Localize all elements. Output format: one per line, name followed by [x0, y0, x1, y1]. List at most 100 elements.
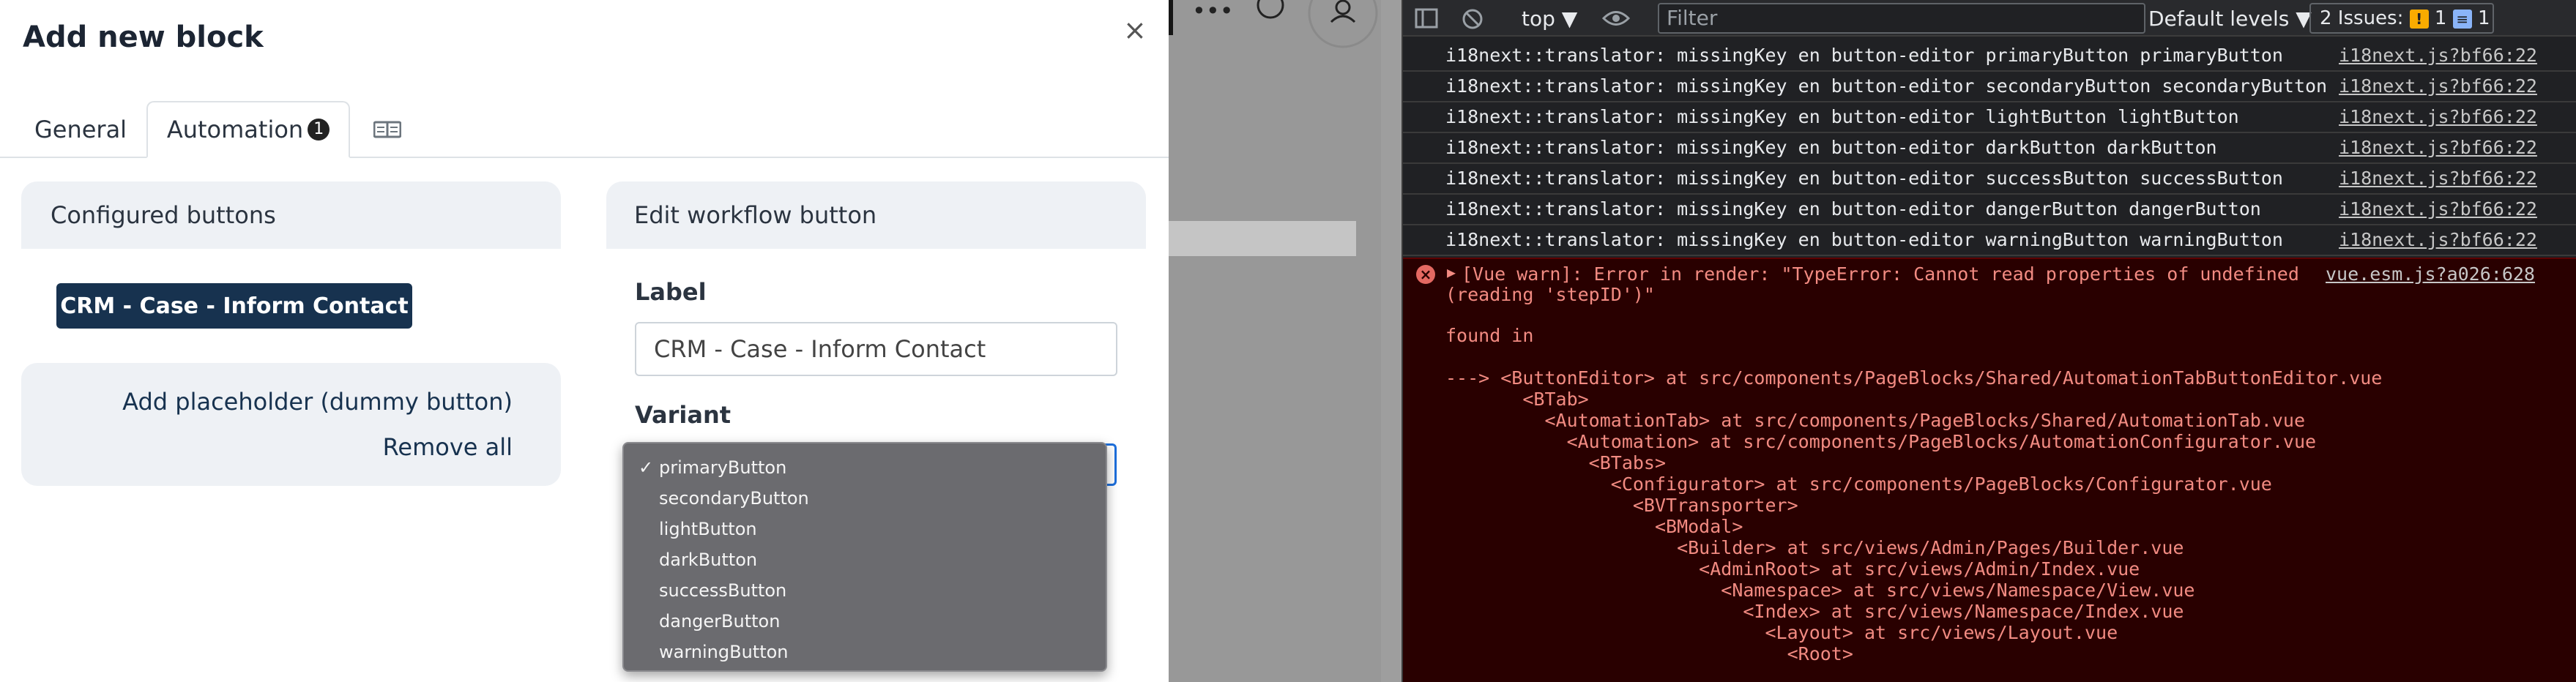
trace-line: <Root>	[1445, 643, 1853, 664]
trace-line: <BTabs>	[1445, 452, 1667, 473]
more-icon[interactable]: •••	[1192, 0, 1234, 25]
log-message: i18next::translator: missingKey en butto…	[1445, 106, 2239, 127]
variant-option[interactable]: secondaryButton	[624, 483, 1106, 514]
edit-workflow-header: Edit workflow button	[606, 181, 1146, 249]
remove-all-button[interactable]: Remove all	[383, 433, 513, 461]
variant-option-label: successButton	[659, 580, 787, 601]
variant-option[interactable]: ✓ primaryButton	[624, 452, 1106, 483]
tab-automation-badge: 1	[308, 119, 330, 140]
label-input[interactable]	[635, 322, 1117, 376]
error-source-link[interactable]: vue.esm.js?a026:628	[2326, 263, 2535, 285]
log-message: i18next::translator: missingKey en butto…	[1445, 168, 2283, 189]
trace-line: <BVTransporter>	[1445, 495, 1798, 516]
error-message-line2: (reading 'stepID')"	[1445, 284, 1655, 305]
info-count: 1	[2477, 7, 2490, 29]
label-field-title: Label	[635, 278, 707, 306]
expand-triangle-icon[interactable]: ▶	[1447, 263, 1456, 281]
close-icon[interactable]: ×	[1123, 16, 1147, 44]
issues-label: 2 Issues:	[2320, 7, 2404, 29]
backdrop-bar	[1169, 221, 1356, 256]
configured-buttons-footer: Add placeholder (dummy button) Remove al…	[21, 363, 561, 486]
trace-line: <Configurator> at src/components/PageBlo…	[1445, 473, 2272, 495]
tab-automation-label: Automation	[166, 116, 304, 143]
devtools-console: top ▼ Filter Default levels ▼ 2 Issues: …	[1401, 0, 2576, 682]
variant-option[interactable]: successButton	[624, 575, 1106, 606]
error-message-line1: [Vue warn]: Error in render: "TypeError:…	[1462, 263, 2299, 285]
log-source-link[interactable]: i18next.js?bf66:22	[2339, 229, 2537, 250]
log-levels-dropdown[interactable]: Default levels ▼	[2148, 7, 2312, 31]
variant-option[interactable]: dangerButton	[624, 606, 1106, 637]
log-source-link[interactable]: i18next.js?bf66:22	[2339, 106, 2537, 127]
console-log-line: i18next::translator: missingKey en butto…	[1403, 195, 2576, 225]
context-selector[interactable]: top ▼	[1522, 7, 1577, 31]
message-icon: ≡	[2452, 9, 2472, 29]
log-source-link[interactable]: i18next.js?bf66:22	[2339, 45, 2537, 66]
check-icon: ✓	[639, 457, 654, 478]
columns-icon	[373, 121, 401, 138]
log-message: i18next::translator: missingKey en butto…	[1445, 137, 2217, 158]
trace-line: <AutomationTab> at src/components/PageBl…	[1445, 410, 2305, 431]
console-log-line: i18next::translator: missingKey en butto…	[1403, 41, 2576, 72]
trace-line: <AdminRoot> at src/views/Admin/Index.vue	[1445, 558, 2140, 580]
clear-console-icon[interactable]	[1462, 8, 1484, 30]
log-message: i18next::translator: missingKey en butto…	[1445, 75, 2328, 97]
trace-line: <Index> at src/views/Namespace/Index.vue	[1445, 601, 2184, 622]
configured-workflow-button[interactable]: CRM - Case - Inform Contact	[56, 283, 412, 329]
console-log-line: i18next::translator: missingKey en butto…	[1403, 72, 2576, 102]
backdrop-scrollbar[interactable]	[1381, 0, 1401, 682]
warning-count: 1	[2434, 7, 2447, 29]
configured-buttons-header: Configured buttons	[21, 181, 561, 249]
variant-option[interactable]: lightButton	[624, 514, 1106, 544]
variant-field-title: Variant	[635, 401, 732, 429]
edit-workflow-title: Edit workflow button	[634, 201, 877, 229]
log-message: i18next::translator: missingKey en butto…	[1445, 198, 2261, 220]
tab-general[interactable]: General	[34, 101, 127, 158]
log-source-link[interactable]: i18next.js?bf66:22	[2339, 168, 2537, 189]
console-log-line: i18next::translator: missingKey en butto…	[1403, 133, 2576, 164]
modal-title: Add new block	[23, 20, 264, 54]
console-filter-input[interactable]: Filter	[1658, 3, 2145, 34]
issues-counter[interactable]: 2 Issues: ! 1 ≡ 1	[2309, 3, 2494, 34]
variant-option[interactable]: warningButton	[624, 637, 1106, 667]
console-log-line: i18next::translator: missingKey en butto…	[1403, 102, 2576, 133]
trace-line: ---> <ButtonEditor> at src/components/Pa…	[1445, 367, 2383, 389]
tab-columns[interactable]	[366, 101, 409, 158]
trace-line: <Namespace> at src/views/Namespace/View.…	[1445, 580, 2195, 601]
tab-automation[interactable]: Automation 1	[146, 101, 350, 158]
devtools-toolbar: top ▼ Filter Default levels ▼ 2 Issues: …	[1403, 0, 2576, 37]
variant-option-label: lightButton	[659, 519, 757, 539]
log-source-link[interactable]: i18next.js?bf66:22	[2339, 198, 2537, 220]
log-message: i18next::translator: missingKey en butto…	[1445, 229, 2283, 250]
trace-line: <Layout> at src/views/Layout.vue	[1445, 622, 2118, 643]
add-block-modal: Add new block × General Automation 1 Con…	[0, 0, 1169, 682]
variant-option-label: warningButton	[659, 642, 789, 662]
variant-option-label: secondaryButton	[659, 488, 809, 509]
vue-error-entry: × ▶ [Vue warn]: Error in render: "TypeEr…	[1403, 258, 2576, 682]
log-source-link[interactable]: i18next.js?bf66:22	[2339, 137, 2537, 158]
trace-line: <Automation> at src/components/PageBlock…	[1445, 431, 2317, 452]
found-in-label: found in	[1445, 325, 1534, 346]
user-icon[interactable]	[1308, 0, 1378, 48]
help-icon[interactable]	[1255, 0, 1286, 20]
log-levels-label: Default levels	[2148, 7, 2290, 31]
warning-icon: !	[2409, 9, 2429, 29]
trace-line: <BModal>	[1445, 516, 1743, 537]
trace-line: <BTab>	[1445, 389, 1589, 410]
context-label: top	[1522, 7, 1555, 31]
tab-general-label: General	[34, 116, 127, 143]
sidebar-toggle-icon[interactable]	[1415, 8, 1438, 29]
variant-option[interactable]: darkButton	[624, 544, 1106, 575]
configured-buttons-title: Configured buttons	[51, 201, 276, 229]
trace-line: <Builder> at src/views/Admin/Pages/Build…	[1445, 537, 2184, 558]
variant-option-label: primaryButton	[659, 457, 787, 478]
variant-option-label: dangerButton	[659, 611, 781, 632]
eye-icon[interactable]	[1602, 9, 1630, 28]
console-log-line: i18next::translator: missingKey en butto…	[1403, 164, 2576, 195]
variant-option-label: darkButton	[659, 550, 758, 570]
error-icon: ×	[1416, 265, 1435, 284]
console-log-line: i18next::translator: missingKey en butto…	[1403, 225, 2576, 256]
page-backdrop: •••	[1169, 0, 1401, 682]
variant-dropdown[interactable]: ✓ primaryButton secondaryButton lightButt…	[622, 442, 1107, 672]
log-source-link[interactable]: i18next.js?bf66:22	[2339, 75, 2537, 97]
add-placeholder-button[interactable]: Add placeholder (dummy button)	[122, 388, 513, 416]
